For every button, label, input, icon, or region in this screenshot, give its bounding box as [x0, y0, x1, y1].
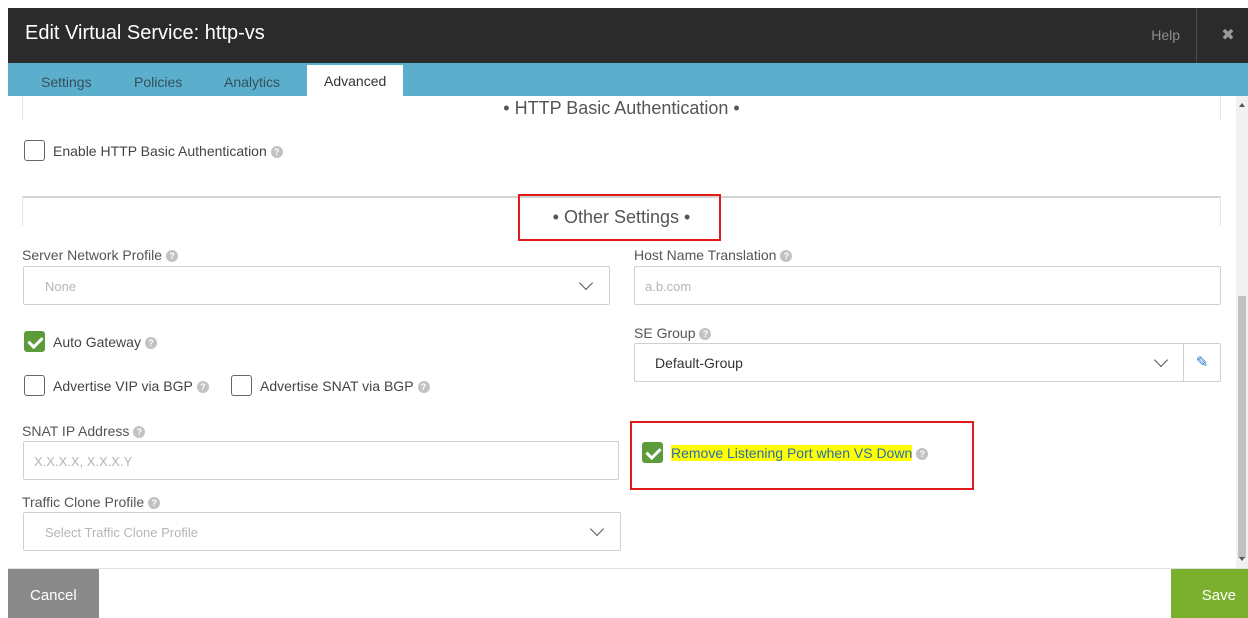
close-icon[interactable]: ✖ — [1208, 8, 1248, 63]
tab-policies[interactable]: Policies — [134, 63, 182, 96]
help-icon: ? — [699, 328, 712, 340]
http-auth-title: • HTTP Basic Authentication • — [503, 98, 740, 118]
snat-ip-input[interactable]: X.X.X.X, X.X.X.Y — [23, 441, 619, 480]
host-name-translation-label: Host Name Translation? — [634, 247, 793, 263]
cancel-button[interactable]: Cancel — [8, 569, 99, 618]
help-icon: ? — [148, 497, 161, 509]
modal-header: Edit Virtual Service: http-vs Help ✖ — [8, 8, 1248, 63]
content-area: • HTTP Basic Authentication • Enable HTT… — [8, 96, 1248, 568]
modal-footer: Cancel Save — [8, 568, 1248, 618]
snat-ip-label: SNAT IP Address? — [22, 423, 146, 439]
help-icon: ? — [780, 250, 793, 262]
tab-bar: Settings Policies Analytics Advanced — [8, 63, 1248, 96]
remove-listening-port-checkbox[interactable] — [642, 442, 663, 463]
enable-http-auth-label: Enable HTTP Basic Authentication? — [53, 143, 283, 159]
help-icon: ? — [166, 250, 179, 262]
chevron-down-icon — [589, 521, 605, 537]
server-network-profile-label: Server Network Profile? — [22, 247, 179, 263]
se-group-select[interactable]: Default-Group ✎ — [634, 343, 1221, 382]
tab-settings[interactable]: Settings — [41, 63, 92, 96]
modal-title: Edit Virtual Service: http-vs — [25, 22, 265, 44]
pencil-icon[interactable]: ✎ — [1184, 344, 1220, 381]
enable-http-auth-checkbox[interactable] — [24, 140, 45, 161]
auto-gateway-label: Auto Gateway? — [53, 334, 157, 350]
scroll-up-icon[interactable] — [1239, 103, 1245, 107]
remove-listening-port-label: Remove Listening Port when VS Down? — [671, 445, 929, 461]
auto-gateway-checkbox[interactable] — [24, 331, 45, 352]
advertise-snat-checkbox[interactable] — [231, 375, 252, 396]
help-icon: ? — [916, 448, 929, 460]
scrollbar[interactable] — [1236, 96, 1248, 568]
advertise-snat-label: Advertise SNAT via BGP? — [260, 378, 430, 394]
tab-advanced[interactable]: Advanced — [307, 65, 404, 96]
annotation-box — [518, 194, 721, 241]
host-name-translation-input[interactable]: a.b.com — [634, 266, 1221, 305]
scrollbar-thumb[interactable] — [1238, 296, 1246, 558]
chevron-down-icon — [1153, 352, 1169, 368]
traffic-clone-profile-select[interactable]: Select Traffic Clone Profile — [23, 512, 621, 551]
save-button[interactable]: Save — [1171, 569, 1248, 618]
scroll-down-icon[interactable] — [1239, 557, 1245, 561]
help-icon: ? — [196, 381, 209, 393]
help-icon: ? — [270, 146, 283, 158]
help-link[interactable]: Help — [1151, 8, 1197, 63]
advertise-vip-checkbox[interactable] — [24, 375, 45, 396]
traffic-clone-profile-label: Traffic Clone Profile? — [22, 494, 161, 510]
help-icon: ? — [144, 337, 157, 349]
se-group-label: SE Group? — [634, 325, 712, 341]
help-icon: ? — [417, 381, 430, 393]
http-auth-section: • HTTP Basic Authentication • — [22, 96, 1221, 120]
chevron-down-icon — [578, 275, 594, 291]
server-network-profile-select[interactable]: None — [23, 266, 610, 305]
tab-analytics[interactable]: Analytics — [224, 63, 280, 96]
advertise-vip-label: Advertise VIP via BGP? — [53, 378, 209, 394]
help-icon: ? — [133, 426, 146, 438]
